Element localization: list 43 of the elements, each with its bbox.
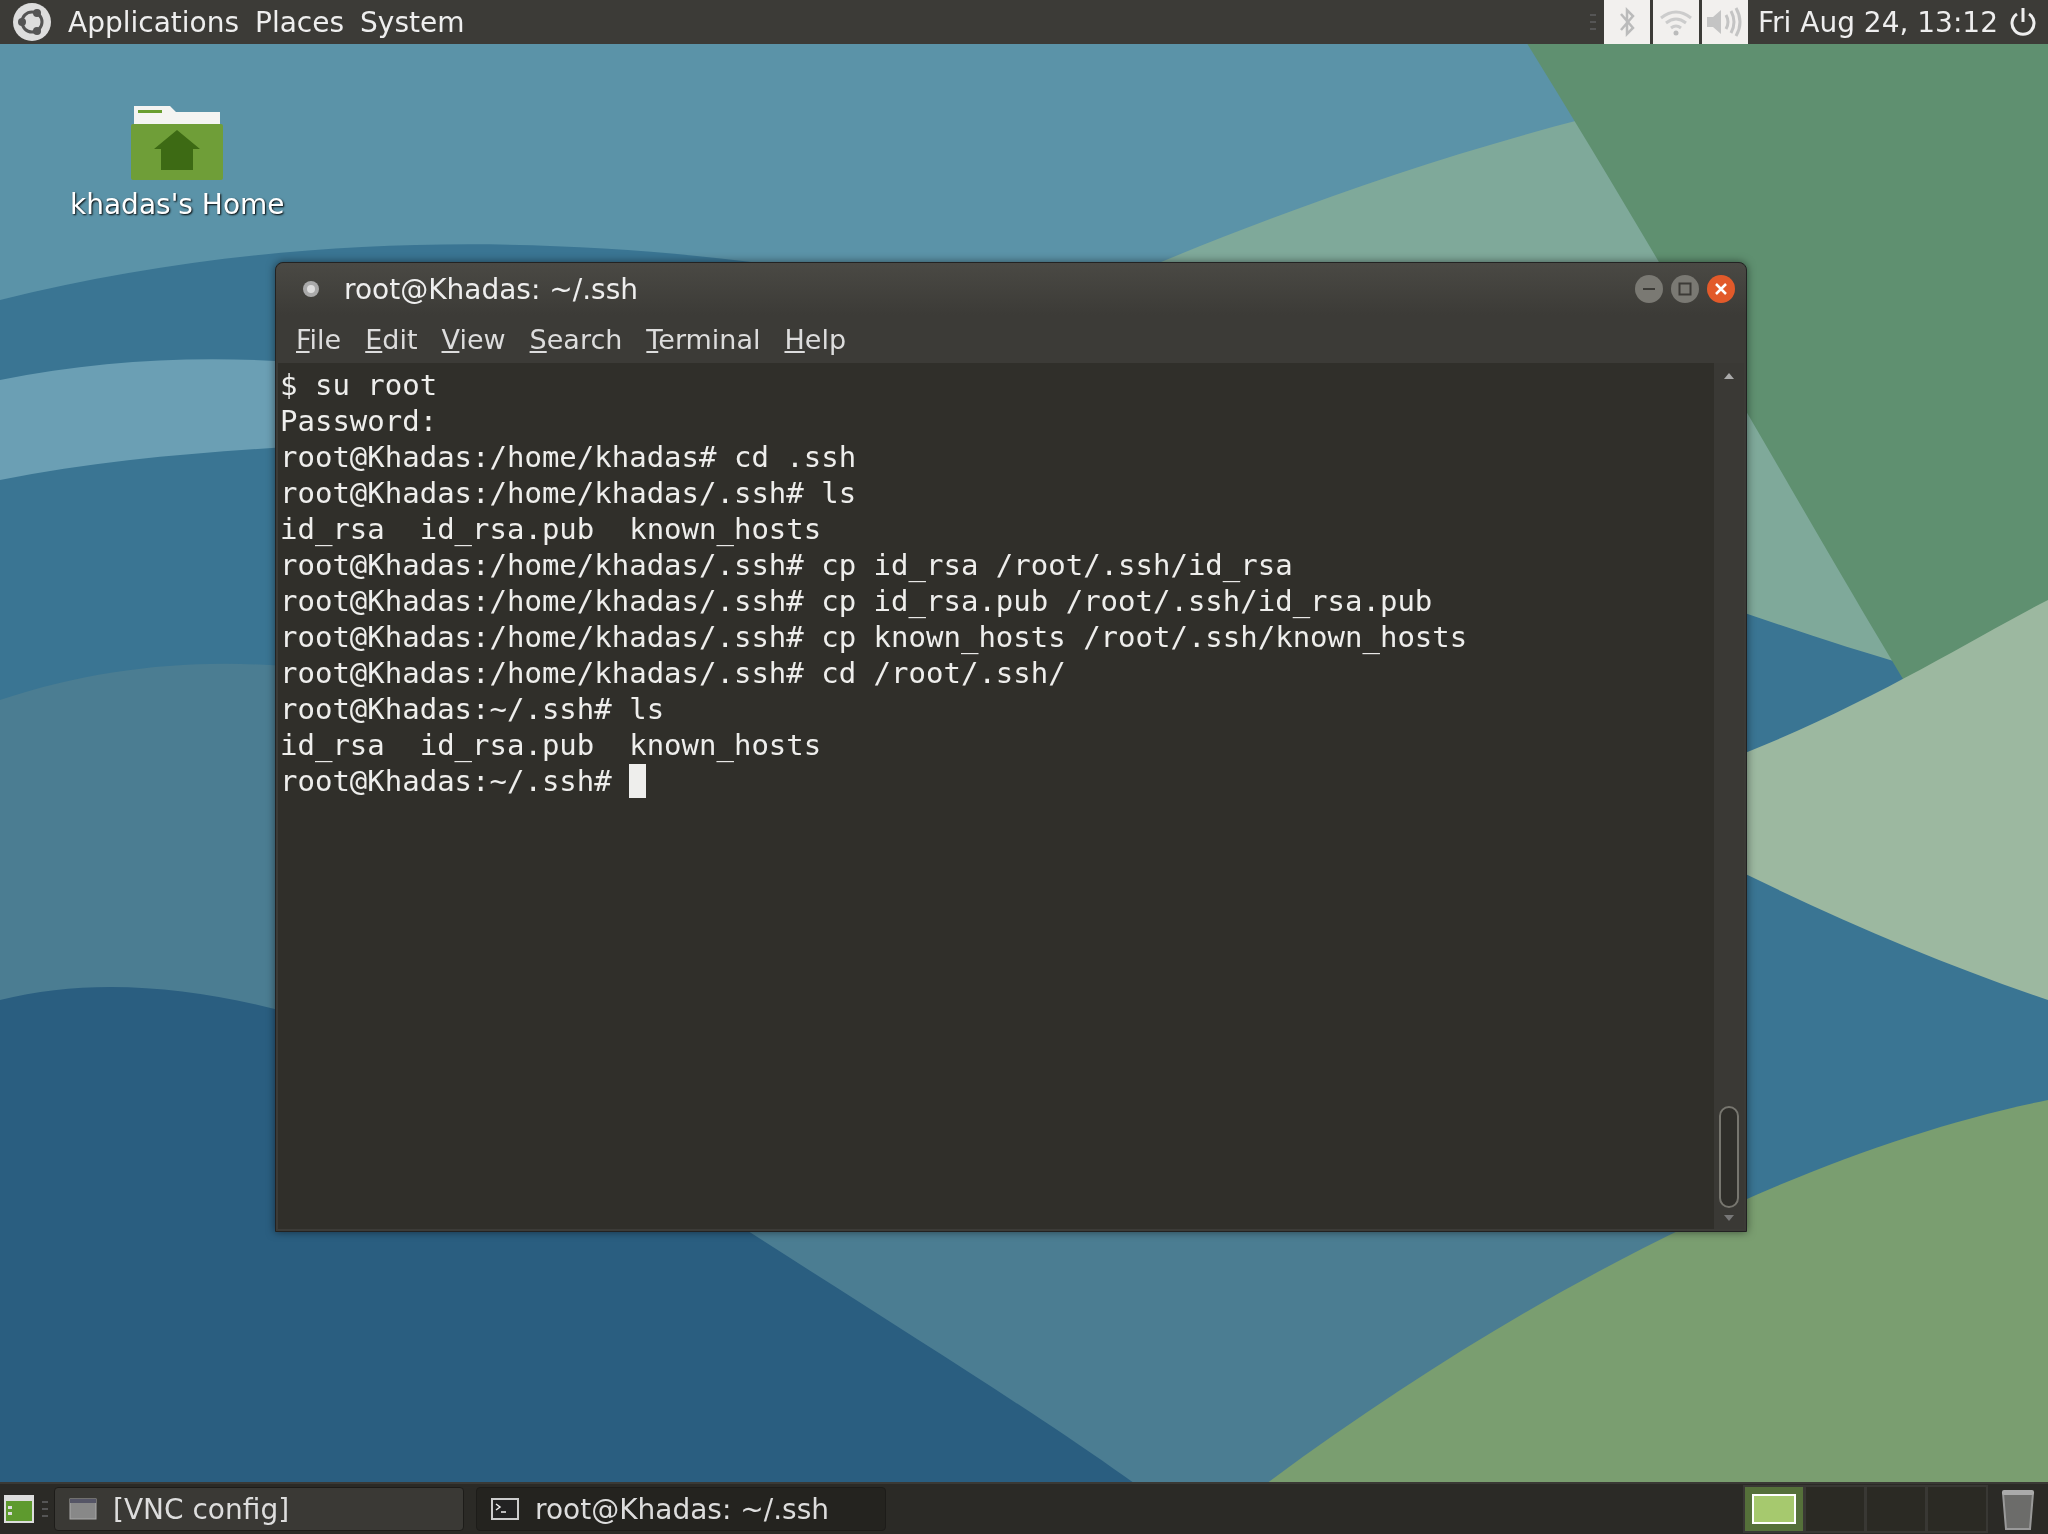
menu-item[interactable]: Edit (353, 319, 430, 359)
taskbar-button[interactable]: root@Khadas: ~/.ssh (476, 1487, 886, 1531)
window-title: root@Khadas: ~/.ssh (344, 272, 639, 306)
text-cursor (629, 764, 647, 798)
terminal-line: $ su root (280, 367, 438, 403)
menu-item[interactable]: Terminal (634, 319, 773, 359)
terminal-line: root@Khadas:/home/khadas/.ssh# cp id_rsa /root/.ssh/id_rsa (280, 547, 1293, 583)
bluetooth-icon[interactable] (1604, 0, 1651, 44)
terminal-line: root@Khadas:/home/khadas/.ssh# cp id_rsa.pub /root/.ssh/id_rsa.pub (280, 583, 1433, 619)
terminal-line: root@Khadas:/home/khadas/.ssh# cd /root/.ssh/ (280, 655, 1066, 691)
home-folder-icon[interactable] (130, 104, 225, 182)
ubuntu-logo-icon[interactable] (12, 2, 52, 42)
terminal-line: root@Khadas:/home/khadas/.ssh# cp known_hosts /root/.ssh/known_hosts (280, 619, 1468, 655)
panel-menu[interactable]: Applications (60, 0, 248, 44)
terminal-icon (491, 1498, 519, 1520)
menu-item[interactable]: Help (772, 319, 859, 359)
taskbar-button[interactable]: [VNC config] (54, 1487, 464, 1531)
close-button[interactable] (1706, 274, 1736, 304)
terminal-line: id_rsa id_rsa.pub known_hosts (280, 727, 822, 763)
trash-icon[interactable] (2000, 1487, 2036, 1531)
terminal-line: root@Khadas:/home/khadas/.ssh# ls (280, 475, 857, 511)
workspace-button[interactable] (1745, 1487, 1803, 1531)
icon-label: khadas's Home (70, 188, 285, 221)
terminal-line: root@Khadas:~/.ssh# (280, 763, 613, 799)
window-icon (69, 1498, 97, 1520)
scrollbar[interactable] (1714, 363, 1744, 1229)
menu-item[interactable]: View (429, 319, 518, 359)
maximize-button[interactable] (1670, 274, 1700, 304)
clock[interactable]: Fri Aug 24, 13:12 (1752, 5, 2004, 39)
terminal-line: root@Khadas:/home/khadas# cd .ssh (280, 439, 857, 475)
wifi-icon[interactable] (1653, 0, 1700, 44)
minimize-button[interactable] (1634, 274, 1664, 304)
panel-menu[interactable]: Places (247, 0, 353, 44)
panel-menu[interactable]: System (352, 0, 473, 44)
menu-item[interactable]: File (284, 319, 354, 359)
menu-item[interactable]: Search (517, 319, 635, 359)
terminal-line: root@Khadas:~/.ssh# ls (280, 691, 665, 727)
terminal-line: id_rsa id_rsa.pub known_hosts (280, 511, 822, 547)
window-menu-icon[interactable] (300, 278, 322, 300)
volume-icon[interactable] (1702, 0, 1749, 44)
show-desktop-icon[interactable] (4, 1494, 34, 1524)
power-icon[interactable] (2008, 5, 2038, 39)
terminal-line: Password: (280, 403, 438, 439)
